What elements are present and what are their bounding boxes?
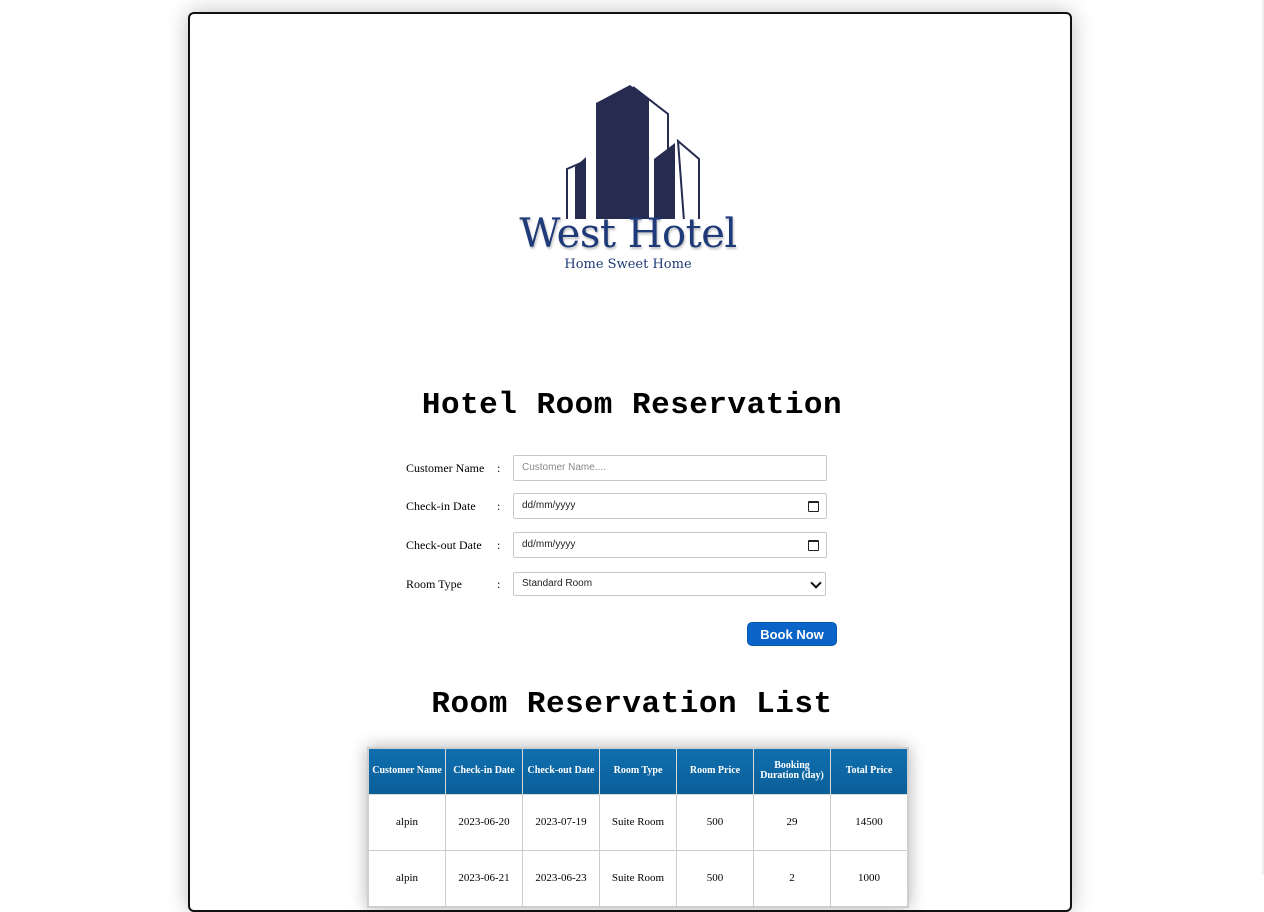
reservation-list-title: Room Reservation List bbox=[431, 687, 833, 722]
table-cell: 500 bbox=[676, 849, 754, 907]
building-icon bbox=[566, 85, 700, 219]
reservation-card: West Hotel Home Sweet Home Hotel Room Re… bbox=[188, 12, 1072, 912]
table-row: alpin 2023-06-21 2023-06-23 Suite Room 5… bbox=[367, 849, 909, 907]
check-in-date-input[interactable]: dd/mm/yyyy bbox=[513, 493, 827, 519]
column-header: Room Price bbox=[676, 747, 754, 795]
column-header: Total Price bbox=[830, 747, 909, 795]
check-out-date-input[interactable]: dd/mm/yyyy bbox=[513, 532, 827, 558]
table-cell: 1000 bbox=[830, 849, 909, 907]
table-cell: alpin bbox=[367, 849, 446, 907]
customer-name-row: Customer Name : Customer Name.... bbox=[406, 455, 836, 481]
book-now-button[interactable]: Book Now bbox=[747, 622, 837, 646]
separator: : bbox=[497, 461, 501, 475]
room-type-label: Room Type bbox=[406, 577, 462, 591]
room-type-select[interactable]: Standard Room bbox=[513, 572, 826, 596]
column-header: Room Type bbox=[599, 747, 677, 795]
table-cell: Suite Room bbox=[599, 793, 677, 851]
check-out-row: Check-out Date : dd/mm/yyyy bbox=[406, 532, 836, 558]
table-row: alpin 2023-06-20 2023-07-19 Suite Room 5… bbox=[367, 793, 909, 851]
column-header: Customer Name bbox=[367, 747, 446, 795]
column-header: Booking Duration (day) bbox=[753, 747, 831, 795]
brand-tagline: Home Sweet Home bbox=[564, 257, 692, 272]
check-out-label: Check-out Date bbox=[406, 538, 482, 552]
calendar-icon[interactable] bbox=[808, 540, 819, 551]
separator: : bbox=[497, 577, 501, 591]
chevron-down-icon bbox=[810, 577, 822, 589]
separator: : bbox=[497, 499, 501, 513]
table-cell: 2023-06-20 bbox=[445, 793, 523, 851]
hotel-logo: West Hotel Home Sweet Home bbox=[508, 79, 748, 289]
table-cell: 2023-06-21 bbox=[445, 849, 523, 907]
table-cell: 2023-07-19 bbox=[522, 793, 600, 851]
table-cell: 500 bbox=[676, 793, 754, 851]
check-in-label: Check-in Date bbox=[406, 499, 476, 513]
table-cell: 14500 bbox=[830, 793, 909, 851]
column-header: Check-out Date bbox=[522, 747, 600, 795]
check-out-date-value: dd/mm/yyyy bbox=[522, 539, 576, 550]
room-type-row: Room Type : Standard Room bbox=[406, 572, 836, 598]
reservation-form-title: Hotel Room Reservation bbox=[421, 388, 843, 423]
customer-name-input[interactable]: Customer Name.... bbox=[513, 455, 827, 481]
check-in-date-value: dd/mm/yyyy bbox=[522, 500, 576, 511]
reservation-table: Customer Name Check-in Date Check-out Da… bbox=[367, 747, 909, 908]
customer-name-label: Customer Name bbox=[406, 461, 485, 475]
table-cell: 29 bbox=[753, 793, 831, 851]
reservation-table-container: Customer Name Check-in Date Check-out Da… bbox=[367, 747, 909, 908]
table-cell: alpin bbox=[367, 793, 446, 851]
calendar-icon[interactable] bbox=[808, 501, 819, 512]
check-in-row: Check-in Date : dd/mm/yyyy bbox=[406, 493, 836, 519]
table-cell: 2 bbox=[753, 849, 831, 907]
table-cell: 2023-06-23 bbox=[522, 849, 600, 907]
table-header-row: Customer Name Check-in Date Check-out Da… bbox=[367, 747, 909, 795]
brand-name: West Hotel bbox=[519, 211, 737, 257]
separator: : bbox=[497, 538, 501, 552]
room-type-selected: Standard Room bbox=[522, 578, 593, 589]
table-cell: Suite Room bbox=[599, 849, 677, 907]
column-header: Check-in Date bbox=[445, 747, 523, 795]
